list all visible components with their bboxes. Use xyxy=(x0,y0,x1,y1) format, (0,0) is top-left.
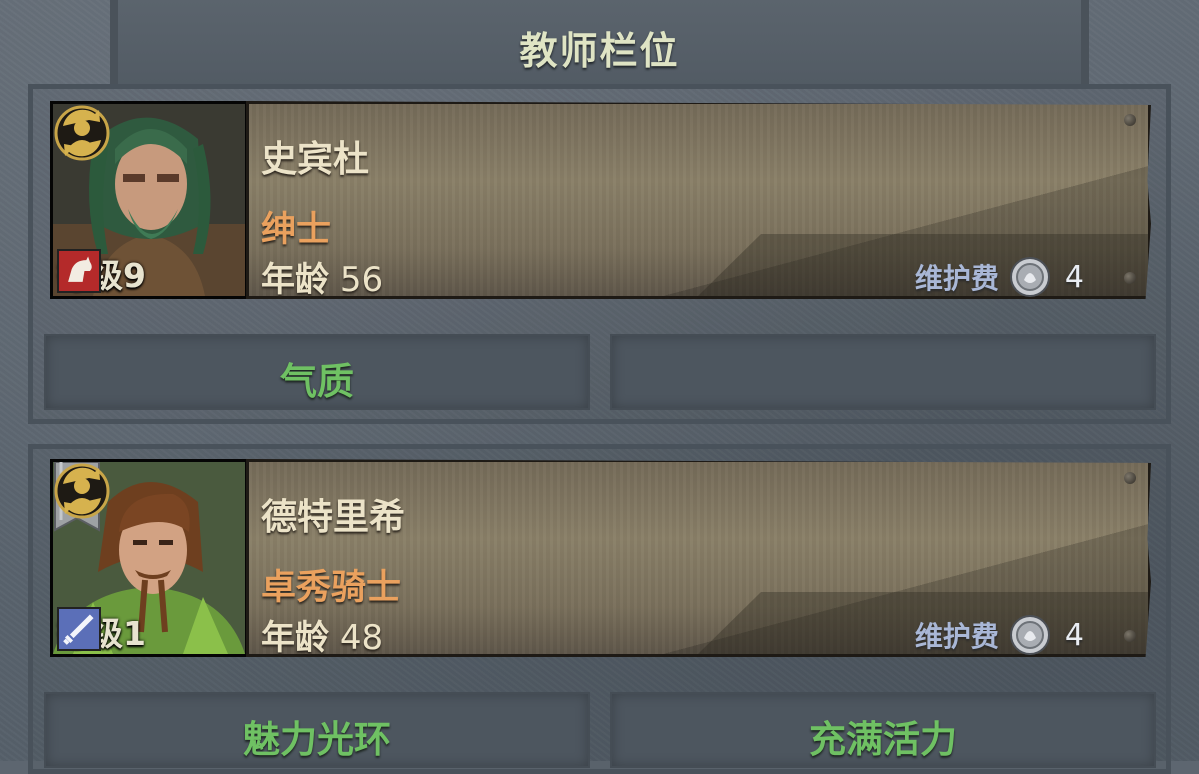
teacher-title: 绅士 xyxy=(261,210,332,250)
teacher-info-panel: 史宾杜 绅士 年龄 56 维护费 4 xyxy=(246,101,1151,299)
rivet xyxy=(1124,630,1136,642)
silver-coin-icon xyxy=(1009,257,1050,297)
level-value: 1 xyxy=(123,614,146,653)
upkeep-value: 4 xyxy=(1064,617,1084,653)
teacher-card-1[interactable]: 等级9 史宾杜 绅士 年龄 56 维护费 4 xyxy=(50,101,1151,299)
teacher-info-panel: 德特里希 卓秀骑士 年龄 48 维护费 4 xyxy=(246,459,1151,657)
upkeep-value: 4 xyxy=(1064,259,1084,295)
level-badge: 等级1 xyxy=(57,607,146,654)
rivet xyxy=(1124,114,1136,126)
teacher-portrait[interactable]: 等级1 xyxy=(50,459,248,657)
age-value: 48 xyxy=(339,618,384,658)
teacher-name: 德特里希 xyxy=(261,497,406,538)
header-bar: 教师栏位 xyxy=(110,0,1089,86)
level-value: 9 xyxy=(123,256,146,295)
age-value: 56 xyxy=(339,260,384,300)
rivet xyxy=(1124,272,1136,284)
teacher-name: 史宾杜 xyxy=(261,139,370,180)
trait-slot[interactable]: 魅力光环 xyxy=(44,692,590,768)
upkeep-label: 维护费 xyxy=(914,620,999,653)
upkeep-label: 维护费 xyxy=(914,262,999,295)
trait-label: 魅力光环 xyxy=(243,718,391,761)
upkeep: 维护费 4 xyxy=(915,614,1084,656)
sword-icon xyxy=(57,607,101,651)
trait-label: 充满活力 xyxy=(809,718,957,761)
teacher-title: 卓秀骑士 xyxy=(261,568,402,608)
horse-head-icon xyxy=(57,249,101,293)
level-badge: 等级9 xyxy=(57,249,146,296)
trait-label: 气质 xyxy=(280,360,354,403)
silver-coin-icon xyxy=(1009,615,1050,655)
teacher-portrait[interactable]: 等级9 xyxy=(50,101,248,299)
age-label: 年龄 xyxy=(261,260,329,300)
rivet xyxy=(1124,472,1136,484)
swap-icon[interactable] xyxy=(53,104,111,162)
teacher-card-2[interactable]: 等级1 德特里希 卓秀骑士 年龄 48 维护费 4 xyxy=(50,459,1151,657)
upkeep: 维护费 4 xyxy=(915,256,1084,298)
swap-icon[interactable] xyxy=(53,462,111,520)
teacher-age: 年龄 48 xyxy=(261,610,384,658)
page-title: 教师栏位 xyxy=(519,29,680,73)
trait-slot-empty[interactable] xyxy=(610,334,1156,410)
trait-slot[interactable]: 充满活力 xyxy=(610,692,1156,768)
trait-slot[interactable]: 气质 xyxy=(44,334,590,410)
teacher-age: 年龄 56 xyxy=(261,252,384,300)
age-label: 年龄 xyxy=(261,618,329,658)
